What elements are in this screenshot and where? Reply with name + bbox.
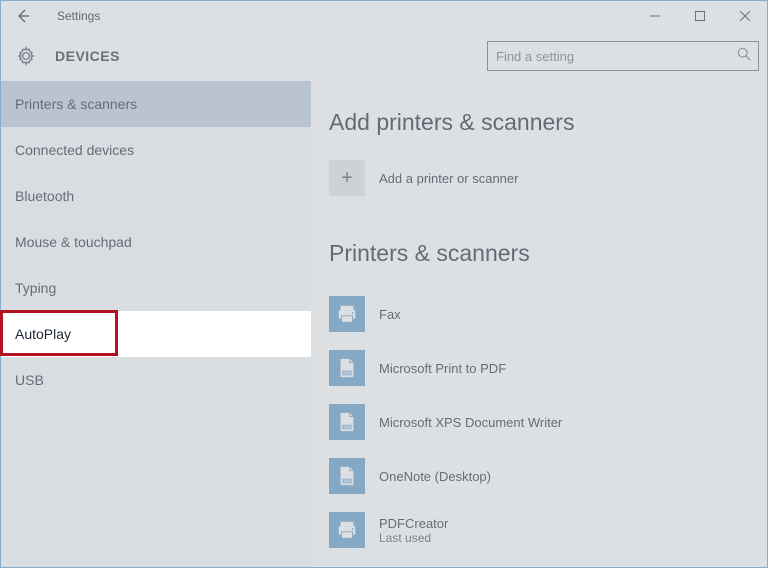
sidebar-item-printers-scanners[interactable]: Printers & scanners (1, 81, 311, 127)
sidebar-item-label: Mouse & touchpad (15, 234, 132, 250)
search-wrap (487, 41, 759, 71)
body: Printers & scanners Connected devices Blue… (1, 81, 767, 567)
section-add-title: Add printers & scanners (329, 109, 749, 136)
add-printer-label: Add a printer or scanner (379, 171, 518, 186)
device-name: PDFCreator (379, 516, 448, 531)
search-icon (737, 47, 751, 64)
sidebar-item-label: Printers & scanners (15, 96, 137, 112)
document-icon (329, 350, 365, 386)
device-item[interactable]: Fax (329, 287, 749, 341)
sidebar-item-typing[interactable]: Typing (1, 265, 311, 311)
search-input[interactable] (487, 41, 759, 71)
settings-window: Settings DEVICES Pr (0, 0, 768, 568)
maximize-button[interactable] (677, 1, 722, 31)
document-icon (329, 404, 365, 440)
header: DEVICES (1, 31, 767, 81)
sidebar-item-label: Bluetooth (15, 188, 74, 204)
device-labels: Microsoft Print to PDF (379, 361, 506, 376)
plus-icon: + (329, 160, 365, 196)
sidebar-item-mouse-touchpad[interactable]: Mouse & touchpad (1, 219, 311, 265)
sidebar-item-usb[interactable]: USB (1, 357, 311, 403)
device-labels: Fax (379, 307, 401, 322)
device-item[interactable]: Microsoft XPS Document Writer (329, 395, 749, 449)
sidebar-item-connected-devices[interactable]: Connected devices (1, 127, 311, 173)
back-button[interactable] (9, 2, 37, 30)
device-name: Microsoft Print to PDF (379, 361, 506, 376)
device-name: Fax (379, 307, 401, 322)
arrow-left-icon (15, 8, 31, 24)
device-list: Fax Microsoft Print to PDF Microsoft XPS D… (329, 287, 749, 557)
page-title: DEVICES (55, 48, 120, 64)
add-printer-button[interactable]: + Add a printer or scanner (329, 160, 749, 196)
device-sub: Last used (379, 531, 448, 545)
close-button[interactable] (722, 1, 767, 31)
sidebar: Printers & scanners Connected devices Blue… (1, 81, 311, 567)
gear-icon (15, 45, 37, 67)
device-item[interactable]: PDFCreatorLast used (329, 503, 749, 557)
document-icon (329, 458, 365, 494)
titlebar: Settings (1, 1, 767, 31)
printer-icon (329, 512, 365, 548)
main-panel: Add printers & scanners + Add a printer … (311, 81, 767, 567)
device-labels: PDFCreatorLast used (379, 516, 448, 545)
device-name: Microsoft XPS Document Writer (379, 415, 562, 430)
minimize-icon (650, 11, 660, 21)
device-item[interactable]: OneNote (Desktop) (329, 449, 749, 503)
minimize-button[interactable] (632, 1, 677, 31)
device-labels: OneNote (Desktop) (379, 469, 491, 484)
sidebar-item-label: Typing (15, 280, 56, 296)
window-title: Settings (57, 9, 100, 23)
device-item[interactable]: Microsoft Print to PDF (329, 341, 749, 395)
printer-icon (329, 296, 365, 332)
device-labels: Microsoft XPS Document Writer (379, 415, 562, 430)
sidebar-item-bluetooth[interactable]: Bluetooth (1, 173, 311, 219)
device-name: OneNote (Desktop) (379, 469, 491, 484)
section-printers-title: Printers & scanners (329, 240, 749, 267)
window-controls (632, 1, 767, 31)
sidebar-item-label: AutoPlay (15, 326, 71, 342)
sidebar-item-autoplay[interactable]: AutoPlay (1, 311, 311, 357)
maximize-icon (695, 11, 705, 21)
sidebar-item-label: USB (15, 372, 44, 388)
close-icon (740, 11, 750, 21)
sidebar-item-label: Connected devices (15, 142, 134, 158)
